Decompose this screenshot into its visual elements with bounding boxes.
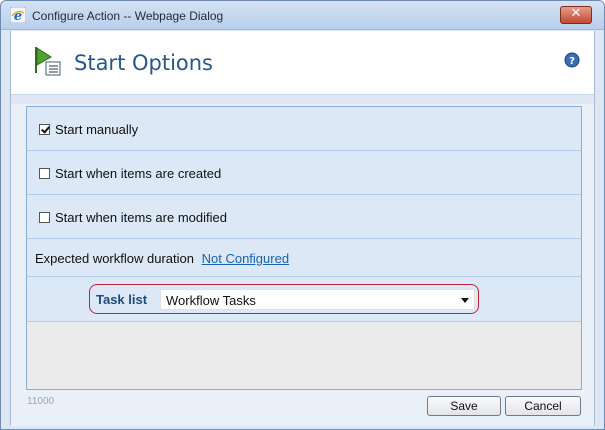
page-header: Start Options ? bbox=[11, 31, 594, 94]
internet-explorer-icon: e bbox=[10, 7, 26, 23]
task-list-select[interactable]: Workflow Tasks bbox=[160, 289, 475, 310]
dialog-content: Start Options ? Start manually Start whe… bbox=[10, 31, 595, 426]
page-title: Start Options bbox=[74, 51, 214, 75]
task-list-label: Task list bbox=[96, 292, 148, 307]
duration-link[interactable]: Not Configured bbox=[202, 251, 289, 266]
start-created-label: Start when items are created bbox=[55, 166, 222, 181]
chevron-down-icon[interactable] bbox=[461, 298, 469, 303]
duration-row: Expected workflow duration Not Configure… bbox=[27, 239, 581, 277]
duration-text: Expected workflow duration Not Configure… bbox=[35, 251, 289, 266]
start-modified-label: Start when items are modified bbox=[55, 210, 227, 225]
save-button[interactable]: Save bbox=[427, 396, 501, 416]
start-created-option[interactable]: Start when items are created bbox=[39, 166, 221, 181]
start-modified-checkbox[interactable] bbox=[39, 212, 50, 223]
start-modified-option[interactable]: Start when items are modified bbox=[39, 210, 227, 225]
window-title: Configure Action -- Webpage Dialog bbox=[32, 9, 224, 23]
start-manually-checkbox[interactable] bbox=[39, 124, 50, 135]
start-flag-list-icon bbox=[35, 47, 61, 76]
duration-label: Expected workflow duration bbox=[35, 251, 194, 266]
option-row-start-modified: Start when items are modified bbox=[27, 195, 581, 239]
close-button[interactable]: ✕ bbox=[560, 6, 592, 24]
start-created-checkbox[interactable] bbox=[39, 168, 50, 179]
option-row-start-created: Start when items are created bbox=[27, 151, 581, 195]
close-x-icon: ✕ bbox=[570, 6, 582, 21]
dialog-window: e Configure Action -- Webpage Dialog ✕ S… bbox=[0, 0, 605, 430]
task-list-row: Task list Workflow Tasks bbox=[27, 277, 581, 322]
svg-text:?: ? bbox=[569, 56, 575, 67]
title-bar[interactable]: e Configure Action -- Webpage Dialog ✕ bbox=[1, 1, 604, 30]
options-panel: Start manually Start when items are crea… bbox=[26, 106, 582, 390]
task-list-value: Workflow Tasks bbox=[166, 293, 256, 308]
start-manually-label: Start manually bbox=[55, 122, 139, 137]
option-row-start-manually: Start manually bbox=[27, 107, 581, 151]
header-separator bbox=[11, 94, 594, 104]
task-list-highlight: Task list Workflow Tasks bbox=[89, 284, 479, 314]
footer-code: 11000 bbox=[27, 396, 55, 407]
help-question-icon[interactable]: ? bbox=[564, 52, 580, 68]
cancel-button[interactable]: Cancel bbox=[505, 396, 581, 416]
start-manually-option[interactable]: Start manually bbox=[39, 122, 138, 137]
